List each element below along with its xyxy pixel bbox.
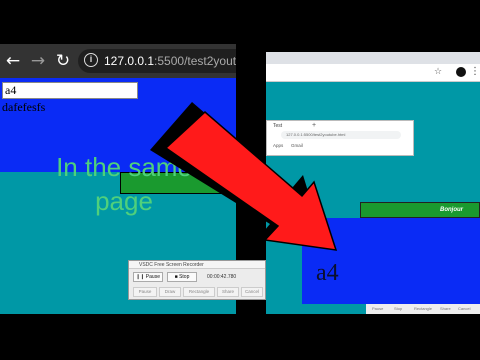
strip-cancel[interactable]: Cancel xyxy=(458,305,470,313)
caption-line-2: page xyxy=(95,186,153,216)
bonjour-button[interactable]: Bonjour xyxy=(360,202,480,218)
left-browser-toolbar: ← → ↻ i 127.0.0.1:5500/test2youtub xyxy=(0,44,236,78)
avatar[interactable] xyxy=(456,67,466,77)
output-text: dafefesfs xyxy=(2,100,46,114)
right-tab-bar xyxy=(266,52,480,64)
info-icon[interactable]: i xyxy=(84,53,98,67)
pause-label: Pause xyxy=(145,274,160,280)
stop-label: Stop xyxy=(179,274,190,280)
share-button[interactable]: Share xyxy=(217,287,239,297)
recorder-window: VSDC Free Screen Recorder ❙❙ Pause ■ Sto… xyxy=(128,260,266,300)
mini-new-tab-icon[interactable]: + xyxy=(312,121,316,130)
address-text: 127.0.0.1:5500/test2youtub xyxy=(104,53,236,69)
letterbox-top xyxy=(0,0,480,44)
cancel-button[interactable]: Cancel xyxy=(241,287,263,297)
strip-pause[interactable]: Pause xyxy=(372,305,383,313)
right-recorder-strip: Pause Stop Rectangle Share Cancel xyxy=(366,304,480,314)
bottom-pause-button[interactable]: Pause xyxy=(133,287,157,297)
star-icon[interactable]: ☆ xyxy=(434,67,442,78)
right-browser-toolbar: ☆ ⋮ xyxy=(266,64,480,82)
kebab-menu-icon[interactable]: ⋮ xyxy=(470,65,480,79)
url-path: :5500/test2youtub xyxy=(154,54,236,68)
panel-output-text: a4 xyxy=(316,260,339,286)
strip-share[interactable]: Share xyxy=(440,305,451,313)
letterbox-bottom xyxy=(0,314,480,360)
mini-tab[interactable]: Test xyxy=(269,122,309,130)
strip-stop[interactable]: Stop xyxy=(394,305,402,313)
right-browser-window: ☆ ⋮ Test + 127.0.0.1:5500/test2youtube.h… xyxy=(266,52,480,314)
caption-text: In the same page xyxy=(40,150,208,218)
reload-icon[interactable]: ↻ xyxy=(53,51,73,71)
nested-browser-screenshot: Test + 127.0.0.1:5500/test2youtube.html … xyxy=(266,120,414,156)
mini-bookmark-gmail[interactable]: Gmail xyxy=(291,143,303,149)
draw-button[interactable]: Draw xyxy=(159,287,181,297)
url-host: 127.0.0.1 xyxy=(104,54,155,68)
address-bar[interactable]: i 127.0.0.1:5500/test2youtub xyxy=(78,49,236,73)
forward-icon[interactable]: → xyxy=(28,51,48,71)
recorder-title: VSDC Free Screen Recorder xyxy=(129,261,265,269)
back-icon[interactable]: ← xyxy=(3,51,23,71)
mini-address-bar[interactable]: 127.0.0.1:5500/test2youtube.html xyxy=(281,131,401,139)
mini-bookmark-apps[interactable]: Apps xyxy=(273,143,283,149)
bonjour-label: Bonjour xyxy=(440,207,463,213)
stop-button[interactable]: ■ Stop xyxy=(167,272,197,282)
caption-line-1: In the same xyxy=(56,152,192,182)
text-input[interactable]: a4 xyxy=(2,82,138,99)
strip-rectangle[interactable]: Rectangle xyxy=(414,305,432,313)
pause-button[interactable]: ❙❙ Pause xyxy=(133,272,163,282)
rectangle-button[interactable]: Rectangle xyxy=(183,287,215,297)
right-blue-panel: a4 xyxy=(302,218,480,304)
recording-time: 00:00:42.780 xyxy=(207,274,237,280)
